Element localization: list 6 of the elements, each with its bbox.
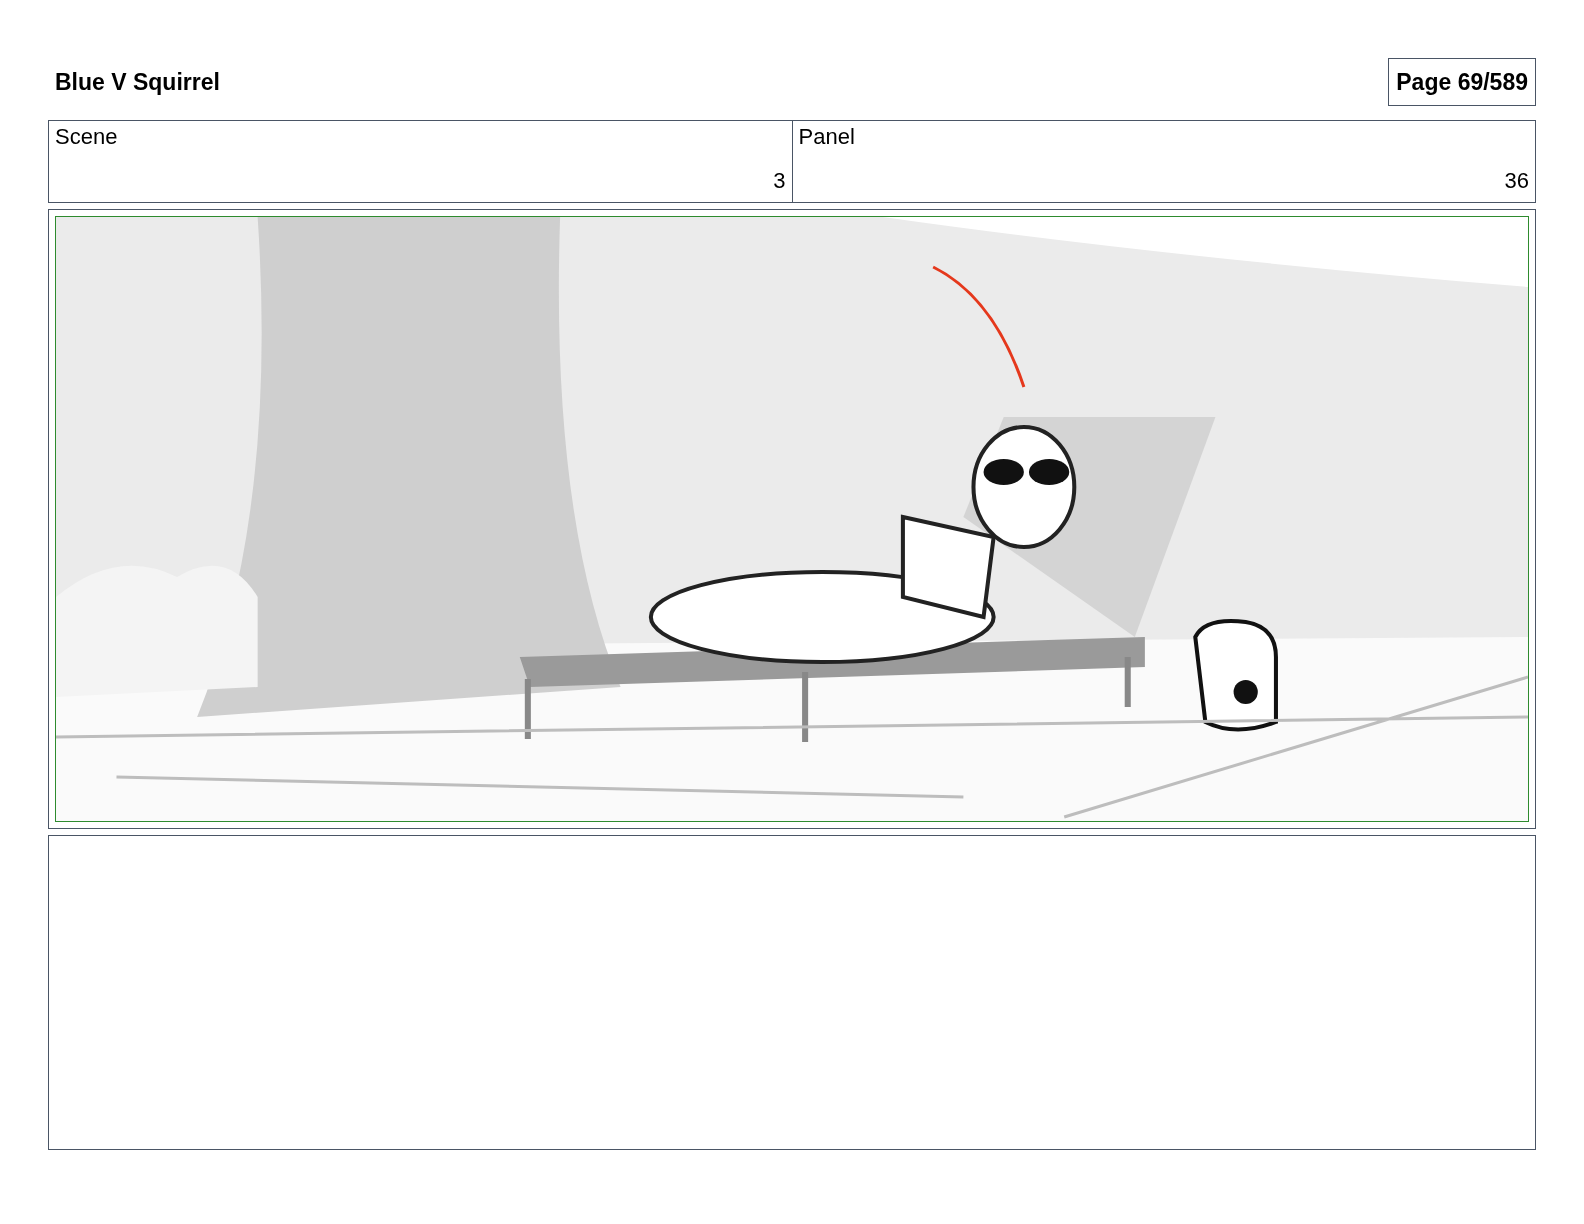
cell-heading: Scene bbox=[55, 126, 119, 148]
document-title: Blue V Squirrel bbox=[55, 67, 220, 97]
cell-number: 3 bbox=[773, 170, 786, 192]
cell-number: 36 bbox=[1504, 170, 1529, 192]
cell-heading: Panel bbox=[798, 126, 856, 148]
page-number: Page 69/589 bbox=[1388, 57, 1536, 107]
